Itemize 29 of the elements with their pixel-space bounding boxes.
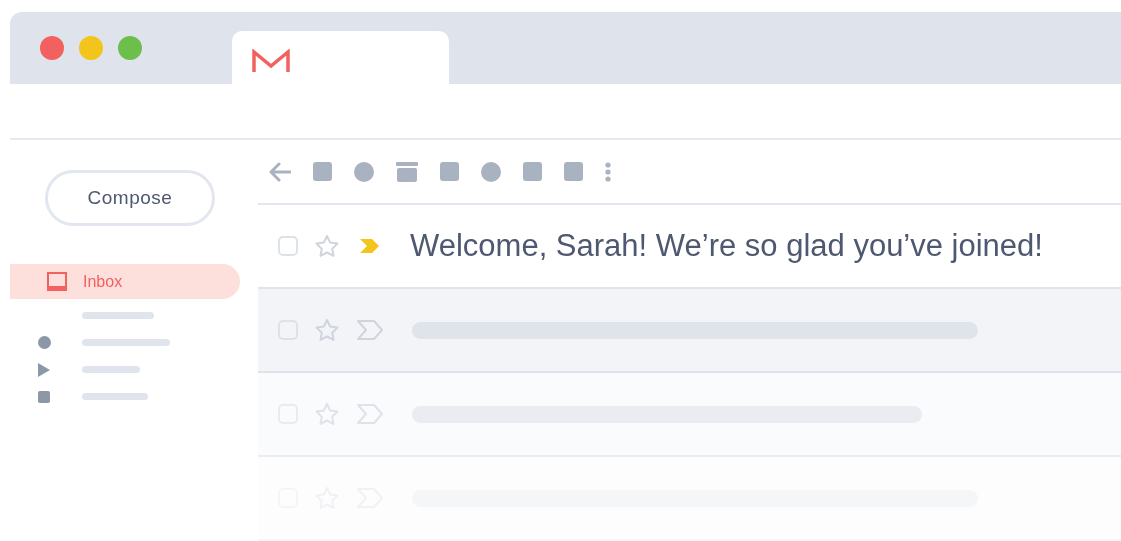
archive-icon[interactable] bbox=[396, 161, 418, 182]
square-icon[interactable] bbox=[440, 162, 459, 181]
window-control[interactable] bbox=[118, 36, 142, 60]
window-control[interactable] bbox=[40, 36, 64, 60]
placeholder-bar bbox=[82, 366, 140, 373]
importance-marker-icon[interactable] bbox=[356, 319, 384, 341]
dot-icon bbox=[37, 336, 51, 349]
placeholder-bar bbox=[82, 312, 154, 319]
placeholder-bar bbox=[82, 393, 148, 400]
square-icon[interactable] bbox=[523, 162, 542, 181]
star-icon[interactable] bbox=[314, 233, 340, 259]
play-icon bbox=[38, 362, 50, 377]
circle-icon[interactable] bbox=[481, 161, 501, 182]
star-icon[interactable] bbox=[314, 401, 340, 427]
square-icon[interactable] bbox=[564, 162, 583, 181]
star-icon[interactable] bbox=[314, 317, 340, 343]
window-control[interactable] bbox=[79, 36, 103, 60]
importance-marker-icon[interactable] bbox=[356, 403, 384, 425]
mail-logo-icon bbox=[252, 48, 290, 73]
more-icon[interactable] bbox=[605, 161, 611, 182]
browser-tab[interactable] bbox=[232, 31, 449, 84]
circle-icon[interactable] bbox=[354, 161, 374, 182]
back-arrow-icon[interactable] bbox=[269, 161, 291, 182]
checkbox[interactable] bbox=[278, 236, 298, 256]
email-subject[interactable]: Welcome, Sarah! We’re so glad you’ve joined! bbox=[410, 228, 1043, 264]
compose-button[interactable]: Compose bbox=[45, 170, 215, 226]
square-icon[interactable] bbox=[313, 162, 332, 181]
square-icon bbox=[38, 390, 50, 403]
inbox-icon bbox=[47, 272, 67, 291]
